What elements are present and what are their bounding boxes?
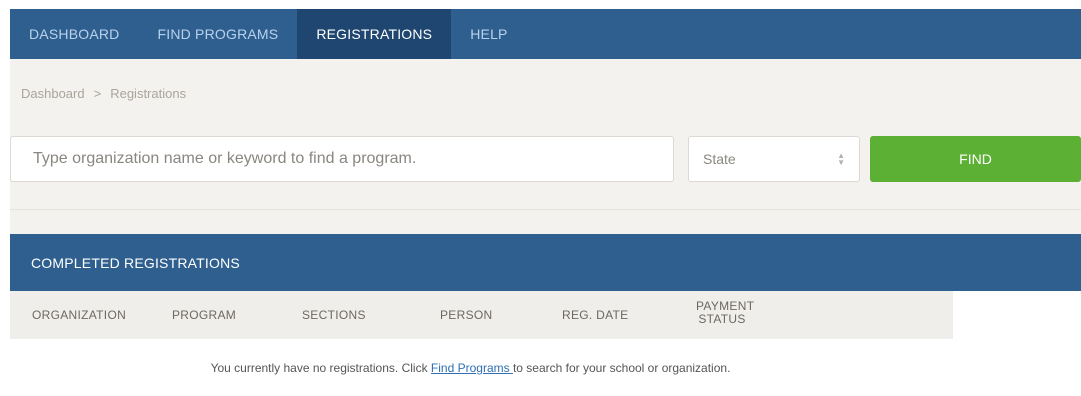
panel-title: COMPLETED REGISTRATIONS <box>31 254 240 271</box>
empty-message-prefix: You currently have no registrations. Cli… <box>210 360 431 375</box>
nav-registrations[interactable]: REGISTRATIONS <box>297 9 452 59</box>
empty-registrations-message: You currently have no registrations. Cli… <box>10 339 1081 396</box>
program-search-input[interactable] <box>10 136 674 182</box>
column-payment-label: PAYMENT <box>696 299 755 313</box>
breadcrumb-separator: > <box>93 86 102 101</box>
nav-dashboard[interactable]: DASHBOARD <box>10 9 138 59</box>
column-sections: SECTIONS <box>302 308 366 322</box>
empty-message-suffix: to search for your school or organizatio… <box>512 360 731 375</box>
state-select[interactable]: State ▲ ▼ <box>688 136 860 182</box>
find-programs-link[interactable]: Find Programs <box>431 361 513 375</box>
state-select-value: State <box>703 151 736 167</box>
nav-help[interactable]: HELP <box>451 9 526 59</box>
column-reg-date: REG. DATE <box>562 308 629 322</box>
table-header-filler <box>953 291 1081 339</box>
find-button[interactable]: FIND <box>870 136 1081 182</box>
column-program: PROGRAM <box>172 308 237 322</box>
breadcrumb: Dashboard > Registrations <box>21 86 186 101</box>
breadcrumb-dashboard-link[interactable]: Dashboard <box>21 86 85 101</box>
column-status-label: STATUS <box>698 312 746 326</box>
breadcrumb-current: Registrations <box>110 86 187 101</box>
column-organization: ORGANIZATION <box>32 308 127 322</box>
nav-find-programs[interactable]: FIND PROGRAMS <box>138 9 297 59</box>
registrations-table-header: ORGANIZATION PROGRAM SECTIONS PERSON REG… <box>10 291 953 339</box>
column-person: PERSON <box>440 308 493 322</box>
completed-registrations-header: COMPLETED REGISTRATIONS <box>10 234 1081 291</box>
top-navbar: DASHBOARD FIND PROGRAMS REGISTRATIONS HE… <box>10 9 1081 59</box>
column-payment-status: PAYMENT STATUS <box>696 300 754 326</box>
select-arrows-icon: ▲ ▼ <box>837 151 845 167</box>
main-content: Dashboard > Registrations State ▲▼ FIND CO… <box>10 59 1081 396</box>
section-divider <box>10 209 1081 210</box>
